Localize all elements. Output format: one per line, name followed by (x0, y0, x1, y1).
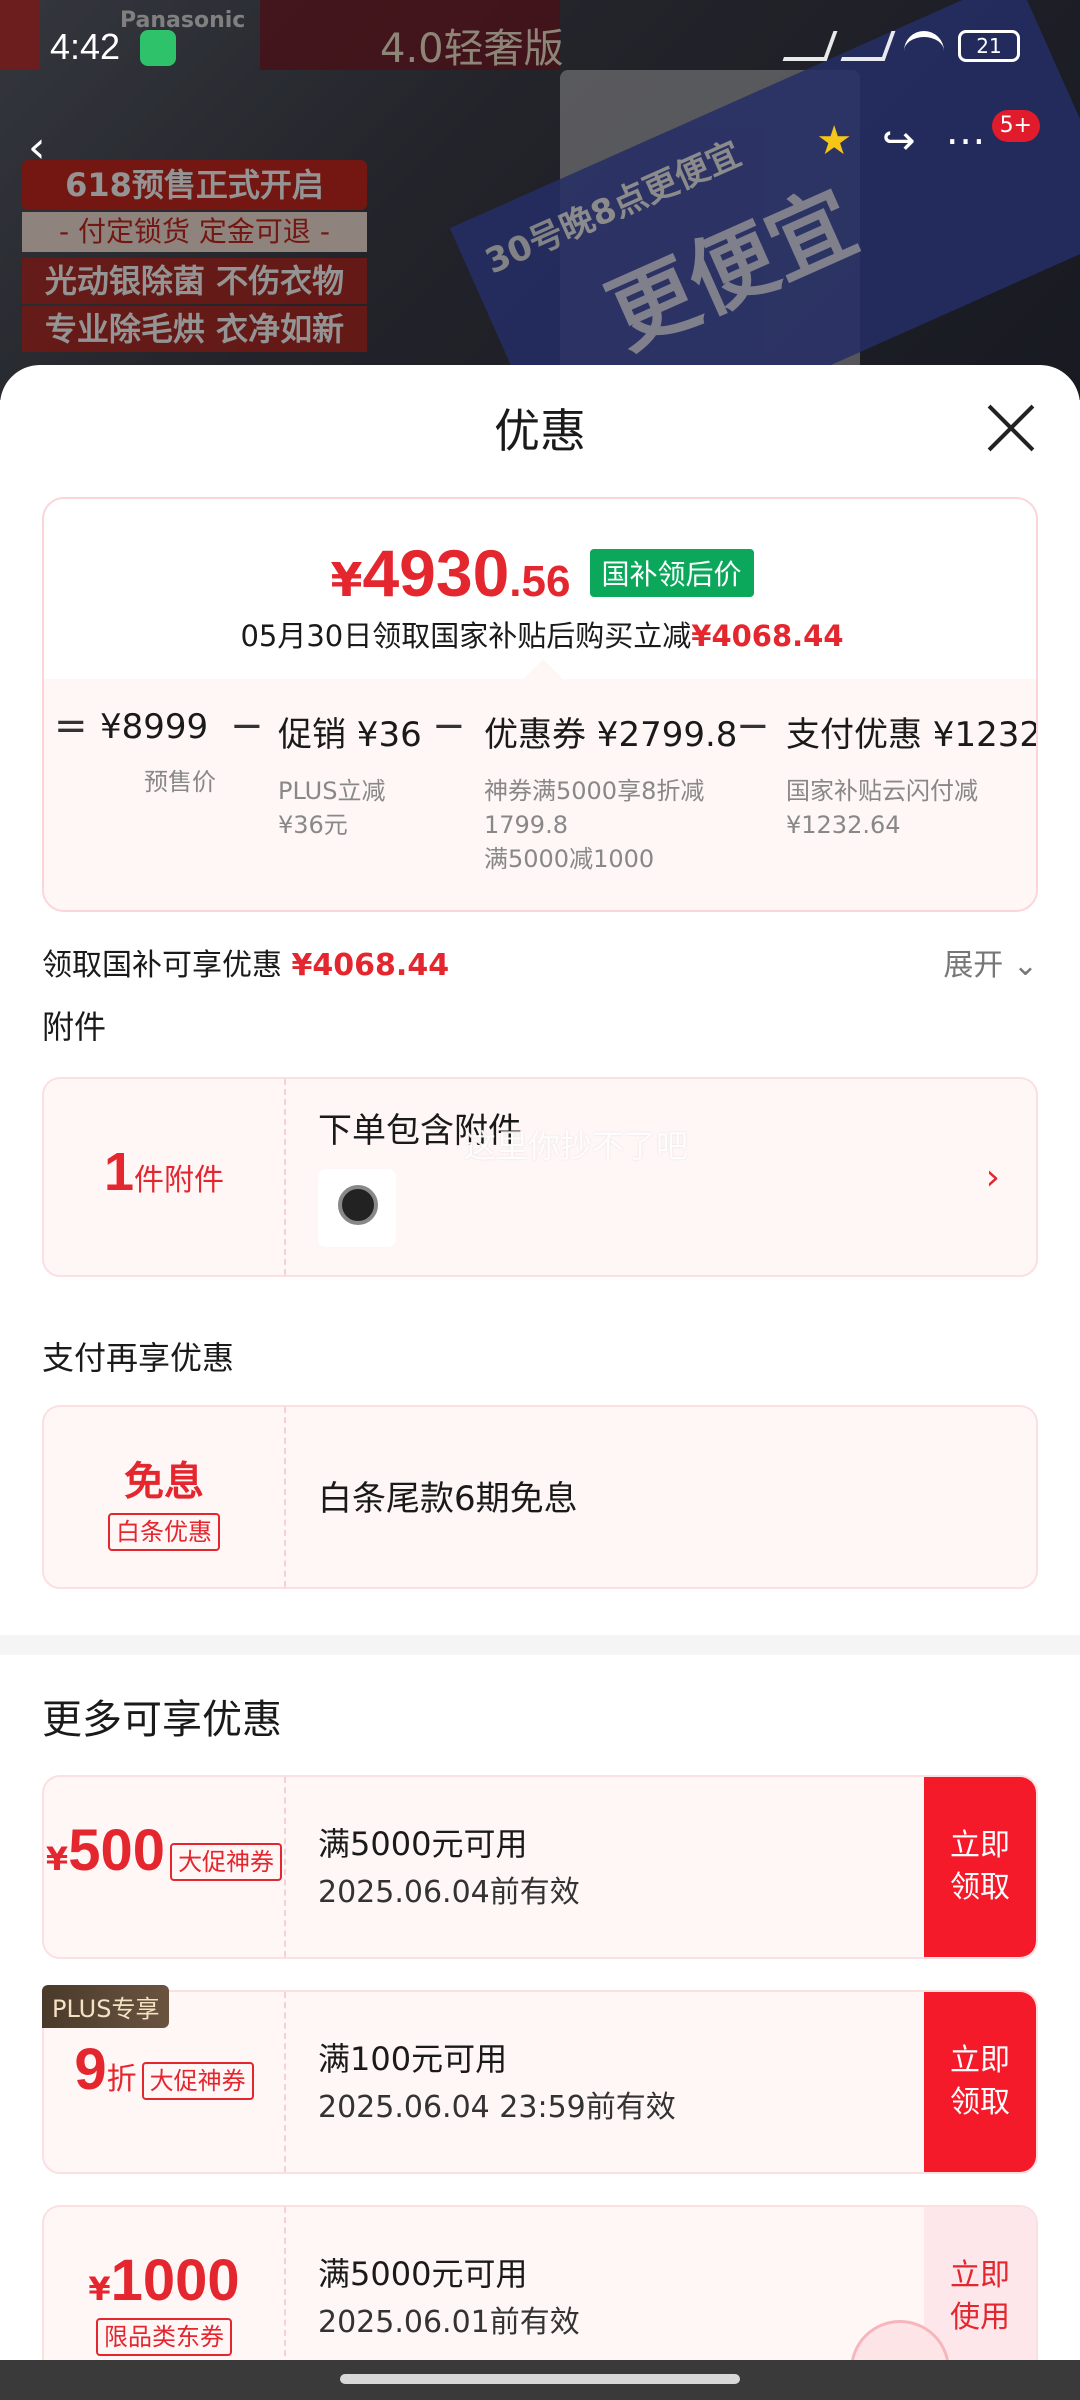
coupon-amount: 500 (68, 1818, 165, 1883)
final-price: ¥4930.56 国补领后价 (44, 535, 1036, 611)
plus-exclusive-tag: PLUS专享 (42, 1985, 170, 2028)
chevron-down-icon: ⌄ (1012, 948, 1038, 983)
coupon-currency: ¥ (45, 1840, 69, 1878)
coupon-tag: 大促神券 (141, 2062, 254, 2100)
battery-icon: 21 (958, 30, 1020, 62)
navigation-bar (0, 2360, 1080, 2400)
price-integer: 4930 (362, 536, 510, 610)
national-subsidy-row: 领取国补可享优惠 ¥4068.44 展开 ⌄ (42, 940, 1038, 990)
national-subsidy-amount: ¥4068.44 (291, 948, 450, 983)
coupon-amount: 9 (74, 2037, 107, 2102)
accessory-count-unit: 件附件 (134, 1163, 225, 1198)
breakdown-item-coupon: 优惠券 ¥2799.8 神券满5000享8折减 1799.8 满5000减100… (484, 707, 744, 876)
price-breakdown: = ¥8999 预售价 − 促销 ¥36 PLUS立减 ¥36元 − 优惠券 ¥… (44, 659, 1036, 910)
payment-offer-highlight: 免息 (124, 1459, 204, 1505)
payment-offer-badge: 免息 白条优惠 (44, 1407, 286, 1587)
breakdown-label: 神券满5000享8折减 1799.8 满5000减1000 (484, 777, 705, 873)
coupon-tag: 限品类东券 (96, 2318, 232, 2356)
price-subtitle-text: 05月30日领取国家补贴后购买立减 (240, 619, 692, 653)
back-icon[interactable]: ‹ (28, 122, 88, 192)
notification-badge: 5+ (991, 110, 1040, 142)
favorite-icon[interactable]: ★ (816, 118, 852, 164)
wifi-icon (904, 31, 944, 61)
payment-offer-text: 白条尾款6期免息 (318, 1479, 578, 1519)
home-indicator[interactable] (340, 2374, 740, 2384)
payment-section-title: 支付再享优惠 (42, 1339, 235, 1377)
discount-sheet: 优惠 ¥4930.56 国补领后价 05月30日领取国家补贴后购买立减¥4068… (0, 365, 1080, 2400)
coupon-validity: 2025.06.04 23:59前有效 (318, 2090, 676, 2125)
accessory-count-number: 1 (103, 1142, 135, 1202)
national-subsidy-label: 领取国补可享优惠 (42, 948, 282, 983)
payment-offer-tag: 白条优惠 (108, 1513, 220, 1551)
price-decimal: .56 (509, 557, 571, 606)
breakdown-operator: − (432, 703, 466, 749)
breakdown-operator: − (736, 703, 770, 749)
signal-icon-2 (840, 31, 896, 61)
coupon-condition: 满5000元可用 (318, 2255, 528, 2293)
more-icon[interactable]: ⋯ (946, 118, 986, 164)
accessory-section-title: 附件 (42, 1008, 107, 1046)
breakdown-item-payment: 支付优惠 ¥1232.64 国家补贴云闪付减 ¥1232.64 (786, 707, 1036, 842)
breakdown-label: 预售价 (144, 768, 216, 796)
product-nav-actions: ★ ↪ ⋯ 5+ (816, 110, 1040, 164)
watermark-text: 这里你抄不了吧 (464, 1127, 689, 1165)
signal-icon (782, 31, 838, 61)
coupon-condition: 满5000元可用 (318, 1825, 528, 1863)
sheet-title: 优惠 (494, 404, 586, 458)
coupon-tag: 大促神券 (170, 1843, 283, 1881)
breakdown-item-promotion: 促销 ¥36 PLUS立减 ¥36元 (278, 707, 448, 842)
coupon-validity: 2025.06.04前有效 (318, 1875, 580, 1910)
section-divider (0, 1635, 1080, 1655)
claim-coupon-button[interactable]: 立即 领取 (924, 1992, 1036, 2172)
breakdown-label: 国家补贴云闪付减 ¥1232.64 (786, 777, 978, 839)
price-summary-card: ¥4930.56 国补领后价 05月30日领取国家补贴后购买立减¥4068.44… (42, 497, 1038, 912)
price-subtitle: 05月30日领取国家补贴后购买立减¥4068.44 (44, 613, 1036, 655)
more-offers-title: 更多可享优惠 (42, 1697, 282, 1743)
expand-label: 展开 (943, 948, 1004, 983)
accessory-card[interactable]: 1件附件 下单包含附件 这里你抄不了吧 › (42, 1077, 1038, 1277)
coupon-condition: 满100元可用 (318, 2040, 508, 2078)
wechat-notification-icon (140, 30, 176, 66)
chevron-right-icon[interactable]: › (986, 1157, 1000, 1198)
accessory-count: 1件附件 (44, 1079, 286, 1275)
breakdown-value: 支付优惠 ¥1232.64 (786, 715, 1036, 755)
close-icon[interactable] (986, 403, 1036, 453)
breakdown-caret (523, 659, 563, 699)
breakdown-operator: = (54, 703, 88, 749)
status-bar: 4:42 21 (0, 0, 1080, 100)
breakdown-value: 促销 ¥36 (278, 715, 422, 755)
payment-offer-card[interactable]: 免息 白条优惠 白条尾款6期免息 (42, 1405, 1038, 1589)
status-time: 4:42 (50, 26, 121, 67)
price-subtitle-amount: ¥4068.44 (691, 619, 844, 653)
coupon-validity: 2025.06.01前有效 (318, 2305, 580, 2340)
washer-icon (338, 1185, 378, 1225)
accessory-thumbnail (318, 1169, 396, 1247)
coupon-amount: 1000 (110, 2248, 240, 2313)
coupon-card: ¥500 大促神券 满5000元可用 2025.06.04前有效 立即 领取 (42, 1775, 1038, 1959)
price-currency: ¥ (330, 553, 363, 607)
breakdown-operator: − (230, 703, 264, 749)
coupon-suffix: 折 (106, 2062, 137, 2097)
breakdown-label: PLUS立减 ¥36元 (278, 777, 386, 839)
share-icon[interactable]: ↪ (882, 118, 916, 164)
coupon-card: 9折 大促神券 满100元可用 2025.06.04 23:59前有效 立即 领… (42, 1990, 1038, 2174)
price-tag: 国补领后价 (589, 549, 754, 597)
breakdown-value: 优惠券 ¥2799.8 (484, 715, 738, 755)
claim-coupon-button[interactable]: 立即 领取 (924, 1777, 1036, 1957)
expand-button[interactable]: 展开 ⌄ (943, 940, 1038, 984)
coupon-currency: ¥ (88, 2270, 111, 2308)
coupon-value: ¥500 大促神券 (44, 1777, 286, 1957)
